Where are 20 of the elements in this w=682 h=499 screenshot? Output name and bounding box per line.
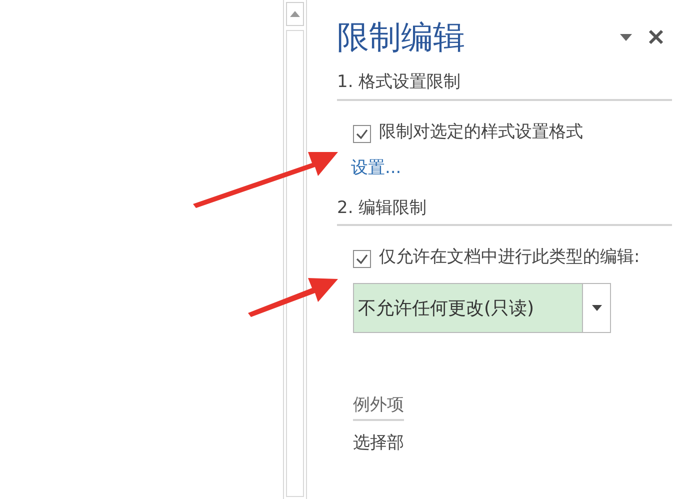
dropdown-icon[interactable] (620, 34, 632, 41)
up-icon (290, 11, 300, 17)
scroll-up-button[interactable] (286, 2, 304, 26)
edit-type-dropdown[interactable]: 不允许任何更改(只读) (353, 283, 611, 334)
checkbox-label: 限制对选定的样式设置格式 (379, 120, 583, 144)
checkbox-label: 仅允许在文档中进行此类型的编辑: (379, 246, 640, 270)
section-heading: 1. 格式设置限制 (337, 70, 672, 101)
checkmark-icon (356, 128, 368, 139)
scrollbar[interactable] (283, 0, 307, 499)
checkmark-icon (356, 254, 368, 264)
checkbox[interactable] (353, 124, 371, 143)
close-icon[interactable] (648, 29, 664, 46)
scroll-track[interactable] (286, 30, 304, 497)
section-heading: 2. 编辑限制 (337, 196, 672, 226)
checkbox[interactable] (353, 250, 371, 268)
pane-title: 限制编辑 (337, 18, 466, 56)
exceptions-heading: 例外项 (353, 393, 404, 421)
caret-icon (592, 305, 602, 312)
settings-link[interactable]: 设置... (351, 156, 402, 182)
exceptions-text: 选择部 (353, 432, 405, 455)
